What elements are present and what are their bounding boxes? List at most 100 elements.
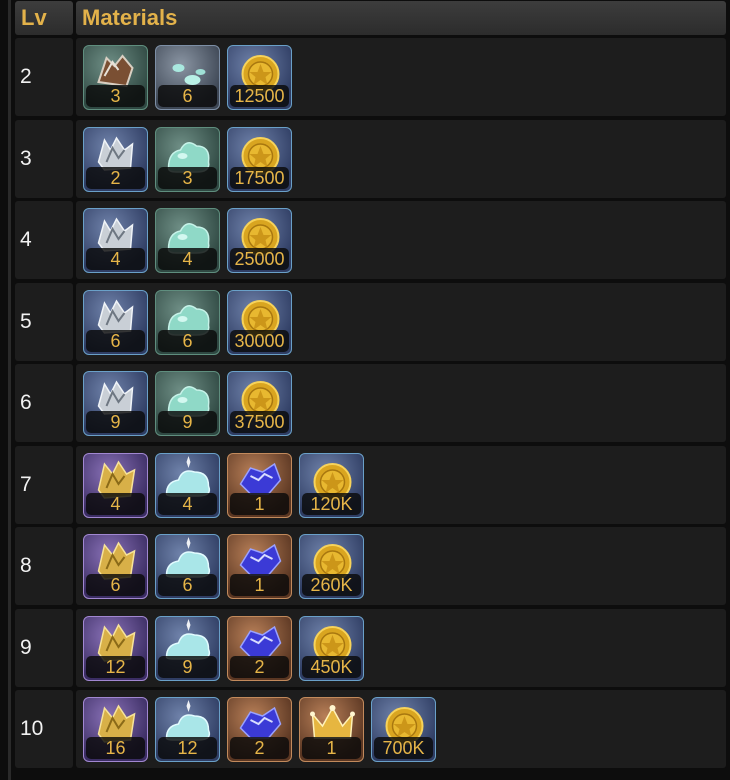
level-cell: 2 — [15, 38, 73, 116]
material-quantity: 3 — [86, 85, 145, 107]
material-list: 2 3 17500 — [83, 127, 292, 192]
material-item[interactable]: 700K — [371, 697, 436, 762]
material-item[interactable]: 120K — [299, 453, 364, 518]
material-list: 12 9 2 450K — [83, 616, 364, 681]
material-item[interactable]: 4 — [155, 453, 220, 518]
table-row: 7 4 4 1 120K — [15, 446, 726, 524]
material-item[interactable]: 4 — [155, 208, 220, 273]
material-item[interactable]: 17500 — [227, 127, 292, 192]
material-quantity: 12 — [158, 737, 217, 759]
level-cell: 7 — [15, 446, 73, 524]
material-quantity: 120K — [302, 493, 361, 515]
material-quantity: 37500 — [230, 411, 289, 433]
table-left-border — [8, 0, 11, 780]
material-quantity: 6 — [86, 330, 145, 352]
material-list: 6 6 1 260K — [83, 534, 364, 599]
material-item[interactable]: 37500 — [227, 371, 292, 436]
materials-table: Lv Materials 2 3 6 12500 3 2 3 17500 4 4 4 25000 5 6 6… — [0, 0, 730, 780]
material-item[interactable]: 4 — [83, 453, 148, 518]
material-item[interactable]: 12500 — [227, 45, 292, 110]
material-item[interactable]: 2 — [227, 616, 292, 681]
material-quantity: 6 — [158, 330, 217, 352]
material-item[interactable]: 25000 — [227, 208, 292, 273]
material-item[interactable]: 3 — [83, 45, 148, 110]
materials-cell: 4 4 25000 — [76, 201, 726, 279]
material-quantity: 4 — [86, 248, 145, 270]
material-item[interactable]: 9 — [155, 371, 220, 436]
material-quantity: 12500 — [230, 85, 289, 107]
material-quantity: 6 — [158, 574, 217, 596]
materials-cell: 3 6 12500 — [76, 38, 726, 116]
material-quantity: 12 — [86, 656, 145, 678]
material-quantity: 4 — [86, 493, 145, 515]
material-quantity: 25000 — [230, 248, 289, 270]
material-item[interactable]: 30000 — [227, 290, 292, 355]
material-item[interactable]: 450K — [299, 616, 364, 681]
material-item[interactable]: 9 — [155, 616, 220, 681]
material-quantity: 17500 — [230, 167, 289, 189]
material-quantity: 2 — [86, 167, 145, 189]
material-quantity: 700K — [374, 737, 433, 759]
material-quantity: 1 — [302, 737, 361, 759]
material-quantity: 1 — [230, 493, 289, 515]
material-item[interactable]: 1 — [227, 534, 292, 599]
material-list: 4 4 1 120K — [83, 453, 364, 518]
material-quantity: 4 — [158, 248, 217, 270]
material-item[interactable]: 1 — [227, 453, 292, 518]
level-cell: 3 — [15, 120, 73, 198]
material-quantity: 1 — [230, 574, 289, 596]
level-cell: 5 — [15, 283, 73, 361]
material-item[interactable]: 6 — [83, 534, 148, 599]
material-quantity: 9 — [158, 656, 217, 678]
level-cell: 9 — [15, 609, 73, 687]
material-quantity: 9 — [86, 411, 145, 433]
header-level: Lv — [15, 1, 73, 35]
materials-cell: 6 6 30000 — [76, 283, 726, 361]
material-item[interactable]: 6 — [155, 534, 220, 599]
materials-cell: 4 4 1 120K — [76, 446, 726, 524]
material-list: 6 6 30000 — [83, 290, 292, 355]
material-item[interactable]: 260K — [299, 534, 364, 599]
material-quantity: 3 — [158, 167, 217, 189]
material-quantity: 450K — [302, 656, 361, 678]
table-row: 10 16 12 2 1 700K — [15, 690, 726, 768]
material-item[interactable]: 9 — [83, 371, 148, 436]
table-row: 5 6 6 30000 — [15, 283, 726, 361]
materials-cell: 6 6 1 260K — [76, 527, 726, 605]
table-row: 2 3 6 12500 — [15, 38, 726, 116]
material-item[interactable]: 12 — [83, 616, 148, 681]
material-item[interactable]: 6 — [155, 290, 220, 355]
material-quantity: 260K — [302, 574, 361, 596]
material-item[interactable]: 2 — [227, 697, 292, 762]
material-quantity: 9 — [158, 411, 217, 433]
materials-cell: 16 12 2 1 700K — [76, 690, 726, 768]
material-item[interactable]: 2 — [83, 127, 148, 192]
material-item[interactable]: 1 — [299, 697, 364, 762]
material-item[interactable]: 4 — [83, 208, 148, 273]
table-row: 4 4 4 25000 — [15, 201, 726, 279]
material-quantity: 16 — [86, 737, 145, 759]
material-quantity: 6 — [86, 574, 145, 596]
level-cell: 8 — [15, 527, 73, 605]
material-list: 3 6 12500 — [83, 45, 292, 110]
material-list: 9 9 37500 — [83, 371, 292, 436]
table-row: 6 9 9 37500 — [15, 364, 726, 442]
material-quantity: 6 — [158, 85, 217, 107]
material-item[interactable]: 3 — [155, 127, 220, 192]
table-row: 9 12 9 2 450K — [15, 609, 726, 687]
materials-cell: 2 3 17500 — [76, 120, 726, 198]
material-quantity: 4 — [158, 493, 217, 515]
material-list: 4 4 25000 — [83, 208, 292, 273]
material-list: 16 12 2 1 700K — [83, 697, 436, 762]
material-item[interactable]: 6 — [83, 290, 148, 355]
level-cell: 4 — [15, 201, 73, 279]
table-row: 3 2 3 17500 — [15, 120, 726, 198]
level-cell: 6 — [15, 364, 73, 442]
header-materials: Materials — [76, 1, 726, 35]
level-cell: 10 — [15, 690, 73, 768]
table-row: 8 6 6 1 260K — [15, 527, 726, 605]
material-item[interactable]: 12 — [155, 697, 220, 762]
material-quantity: 2 — [230, 656, 289, 678]
material-item[interactable]: 16 — [83, 697, 148, 762]
material-item[interactable]: 6 — [155, 45, 220, 110]
